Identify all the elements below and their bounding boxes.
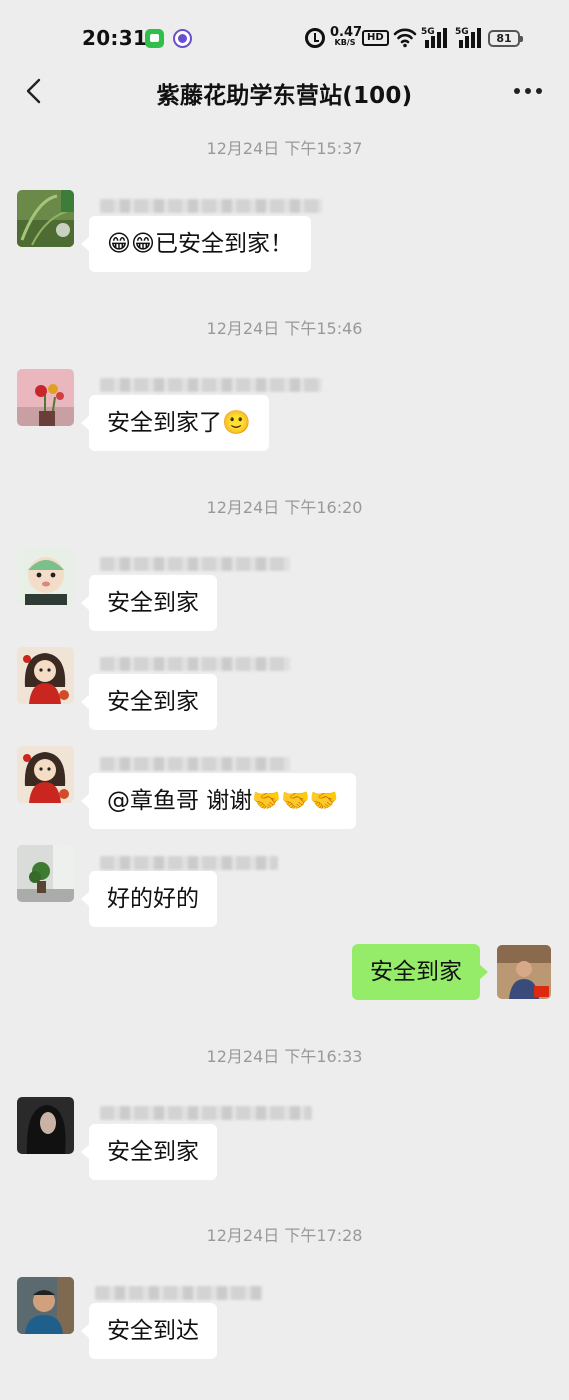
battery-icon: 81 (488, 30, 523, 47)
cartoon-girl-avatar[interactable] (17, 746, 74, 803)
office-plant-avatar[interactable] (17, 845, 74, 902)
man-avatar[interactable] (17, 1277, 74, 1334)
wifi-icon (393, 28, 417, 48)
chat-title: 紫藤花助学东营站(100) (156, 83, 413, 109)
sender-name-blurred (100, 1106, 312, 1120)
plant-photo-avatar[interactable] (17, 190, 74, 247)
message-bubble[interactable]: 好的好的 (81, 871, 217, 927)
hd-voice-icon: HD (362, 30, 389, 46)
flowers-avatar[interactable] (17, 369, 74, 426)
message-timestamp: 12月24日 下午15:37 (206, 139, 363, 158)
back-icon[interactable] (22, 78, 48, 104)
status-time: 20:31 (82, 26, 148, 50)
message-timestamp: 12月24日 下午17:28 (206, 1226, 363, 1245)
message-bubble[interactable]: 安全到家了🙂 (81, 395, 269, 451)
message-app-icon (145, 29, 164, 48)
network-speed-unit: KB/S (334, 38, 356, 47)
sender-name-blurred (95, 1286, 263, 1300)
message-timestamp: 12月24日 下午15:46 (206, 319, 363, 338)
message-bubble[interactable]: 安全到家 (81, 575, 217, 631)
chat-header: 紫藤花助学东营站(100) (0, 72, 569, 112)
message-bubble[interactable]: 安全到达 (81, 1303, 217, 1359)
message-bubble[interactable]: 安全到家 (81, 674, 217, 730)
sender-name-blurred (100, 856, 278, 870)
baby-avatar[interactable] (17, 548, 74, 605)
dark-hair-avatar[interactable] (17, 1097, 74, 1154)
message-bubble[interactable]: 😁😁已安全到家！ (81, 216, 311, 272)
network-speed: 0.47 KB/S (330, 26, 362, 47)
alarm-icon (305, 28, 325, 48)
cartoon-girl-avatar[interactable] (17, 647, 74, 704)
sender-name-blurred (100, 557, 290, 571)
sender-name-blurred (100, 757, 290, 771)
status-bar: 20:31 0.47 KB/S HD 5G 5G 81 (0, 0, 569, 72)
sender-name-blurred (100, 199, 322, 213)
notification-app-icon (173, 29, 192, 48)
signal-icon-sim2: 5G (455, 27, 485, 49)
message-bubble[interactable]: @章鱼哥 谢谢🤝🤝🤝 (80, 773, 357, 829)
more-options-icon[interactable] (512, 88, 544, 96)
message-timestamp: 12月24日 下午16:33 (206, 1047, 363, 1066)
sender-name-blurred (100, 657, 290, 671)
message-bubble[interactable]: 安全到家 (81, 1124, 217, 1180)
message-timestamp: 12月24日 下午16:20 (206, 498, 363, 517)
sender-name-blurred (100, 378, 322, 392)
china-flag-icon (534, 986, 549, 997)
self-message-bubble[interactable]: 安全到家 (352, 944, 488, 1000)
signal-icon-sim1: 5G (421, 27, 451, 49)
self-avatar[interactable] (497, 945, 551, 999)
